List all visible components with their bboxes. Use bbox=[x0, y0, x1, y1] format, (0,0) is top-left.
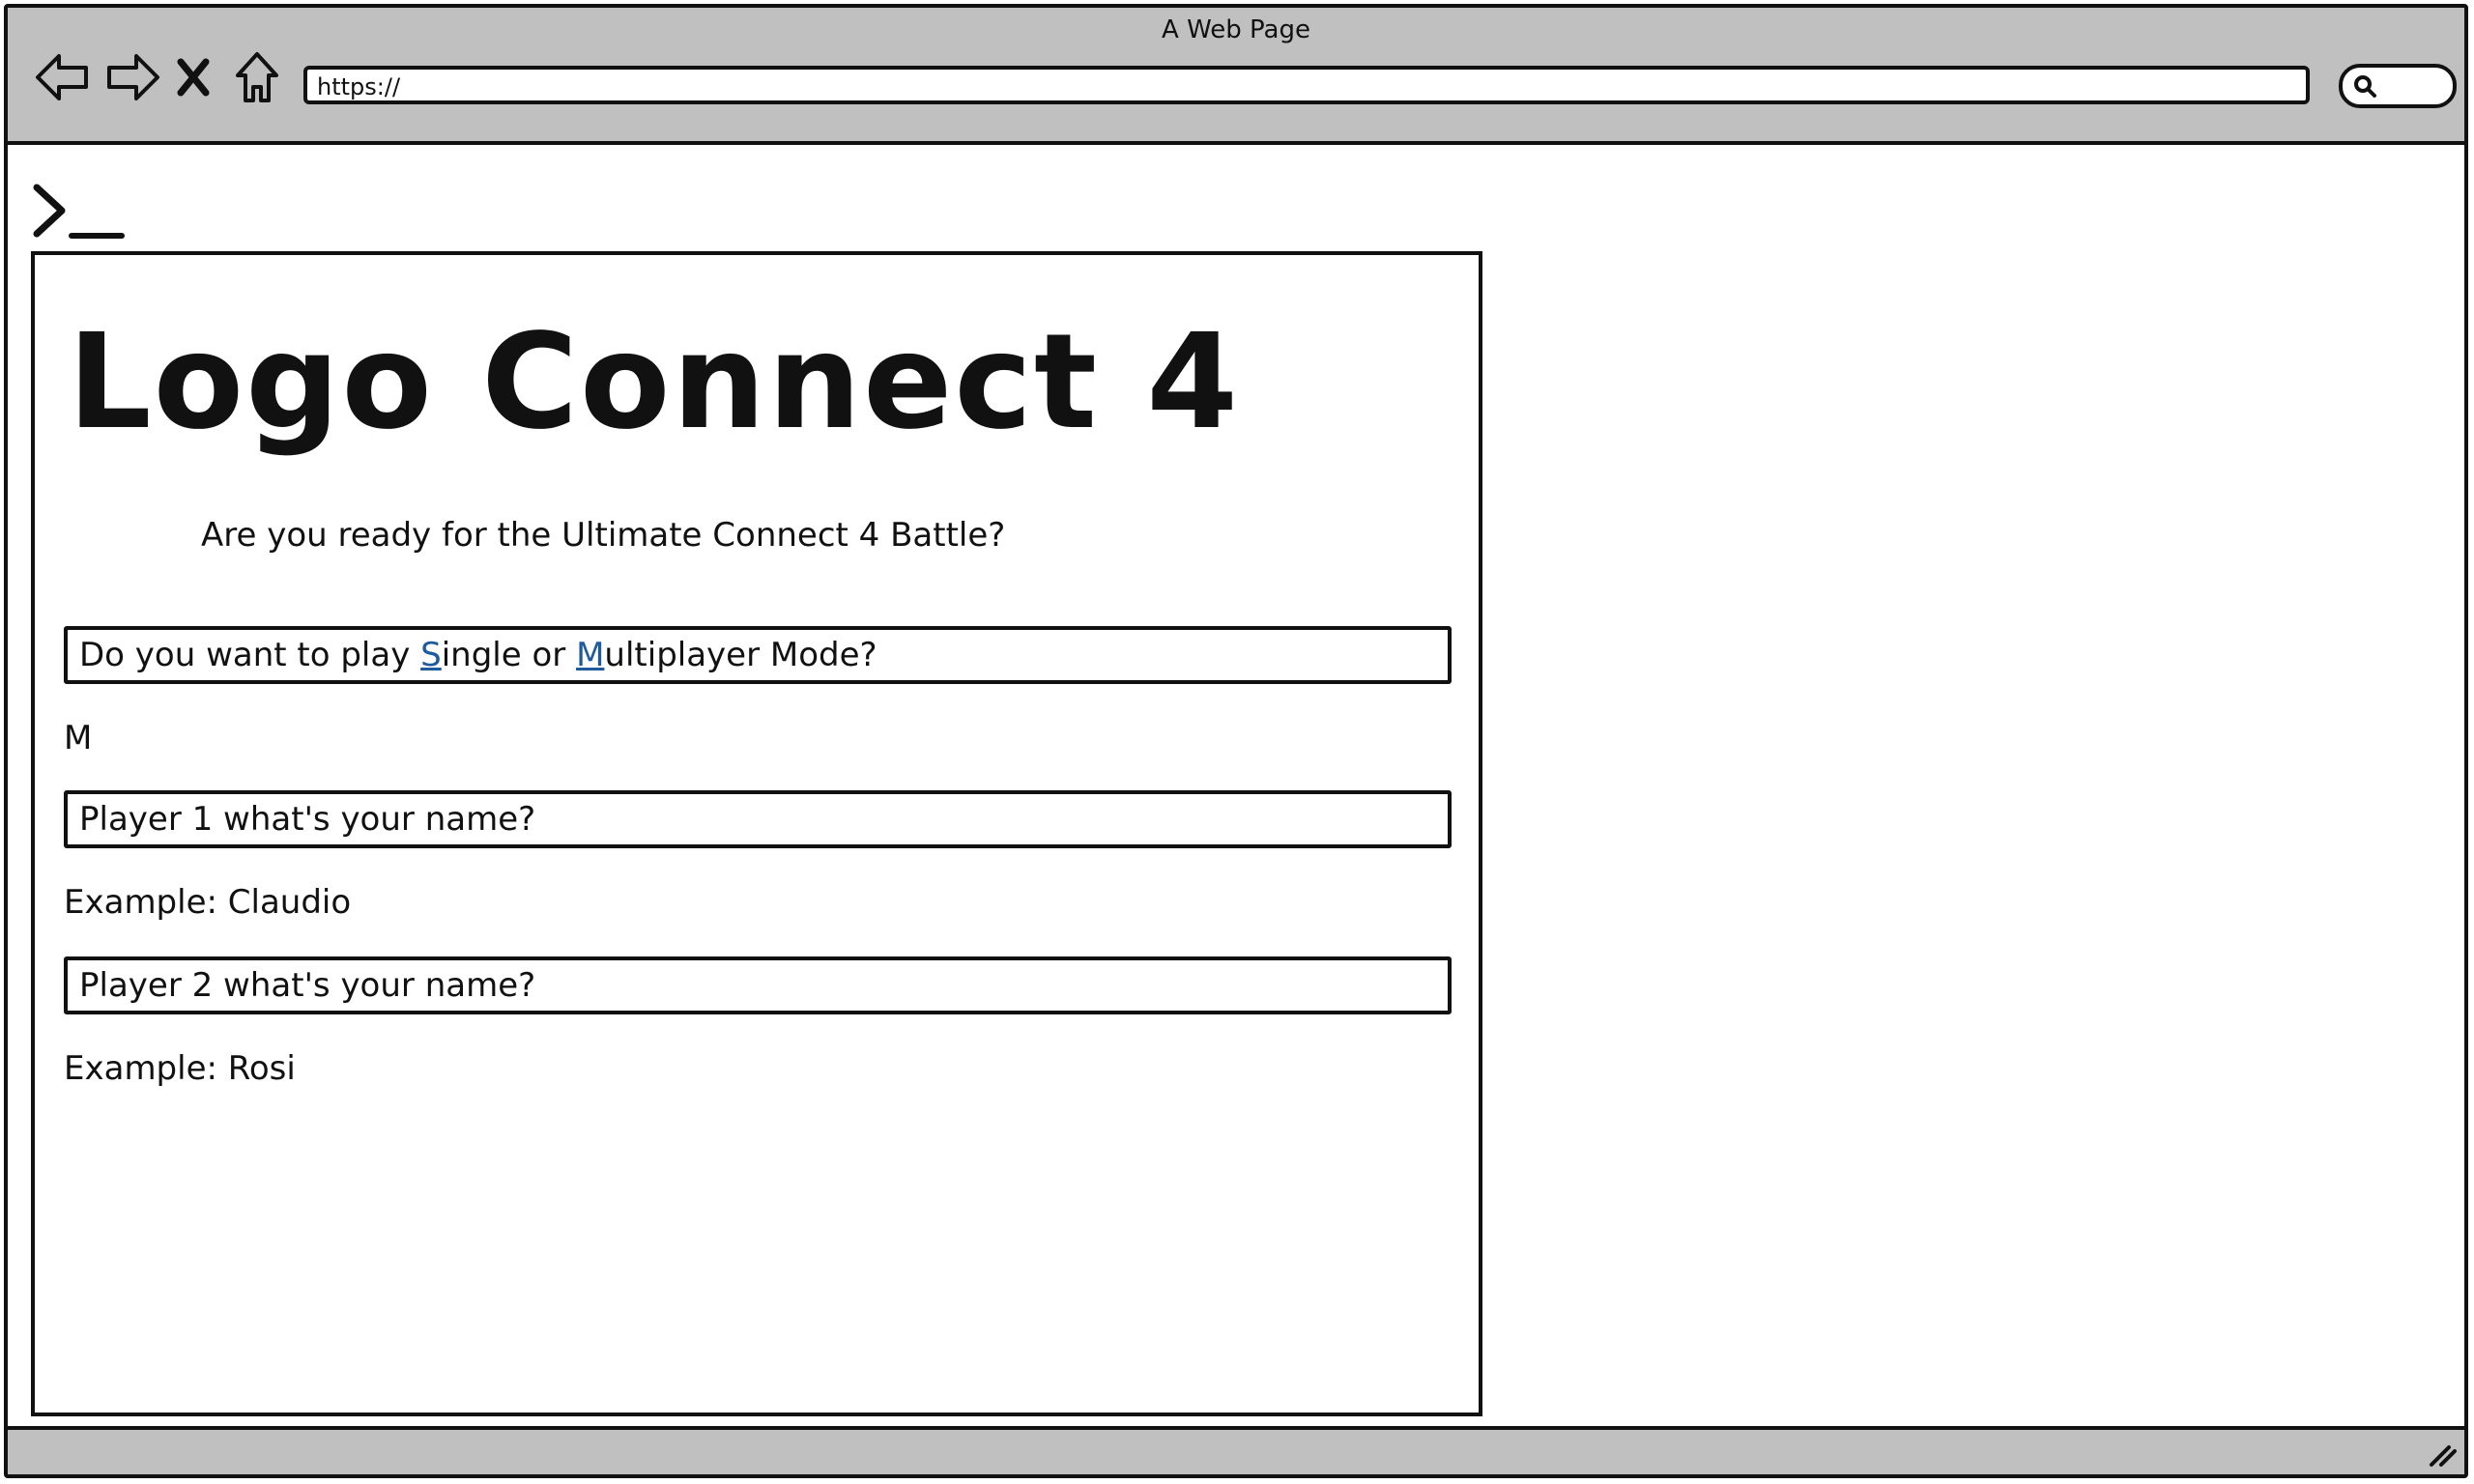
status-bar bbox=[8, 1426, 2464, 1474]
multiplayer-mode-link[interactable]: M bbox=[576, 636, 604, 674]
window-title: A Web Page bbox=[1162, 15, 1310, 44]
mode-question-prefix: Do you want to play bbox=[79, 636, 421, 674]
search-icon bbox=[2354, 75, 2376, 98]
page-title: Logo Connect 4 bbox=[68, 306, 1240, 459]
browser-window: A Web Page https:// Logo Connect 4 Are y… bbox=[4, 4, 2468, 1478]
close-icon[interactable] bbox=[174, 46, 213, 108]
resize-grip-icon[interactable] bbox=[2428, 1440, 2457, 1469]
back-arrow-icon[interactable] bbox=[33, 46, 91, 108]
mode-answer: M bbox=[64, 719, 93, 757]
search-button[interactable] bbox=[2339, 64, 2457, 108]
single-mode-link[interactable]: S bbox=[420, 636, 442, 674]
mode-question-single-rest: ingle or bbox=[441, 636, 577, 674]
forward-arrow-icon[interactable] bbox=[104, 46, 162, 108]
player1-name-field[interactable]: Player 1 what's your name? bbox=[64, 790, 1452, 848]
mode-question-field[interactable]: Do you want to play Single or Multiplaye… bbox=[64, 626, 1452, 684]
browser-titlebar: A Web Page https:// bbox=[8, 8, 2464, 145]
url-input[interactable]: https:// bbox=[303, 66, 2310, 104]
player2-example: Example: Rosi bbox=[64, 1049, 296, 1088]
player2-name-field[interactable]: Player 2 what's your name? bbox=[64, 956, 1452, 1014]
content-panel: Logo Connect 4 Are you ready for the Ult… bbox=[31, 251, 1482, 1416]
tagline: Are you ready for the Ultimate Connect 4… bbox=[201, 516, 1006, 555]
player1-example: Example: Claudio bbox=[64, 883, 352, 922]
home-icon[interactable] bbox=[228, 46, 286, 108]
mode-question-multi-rest: ultiplayer Mode? bbox=[604, 636, 877, 674]
terminal-prompt-icon bbox=[33, 184, 125, 239]
